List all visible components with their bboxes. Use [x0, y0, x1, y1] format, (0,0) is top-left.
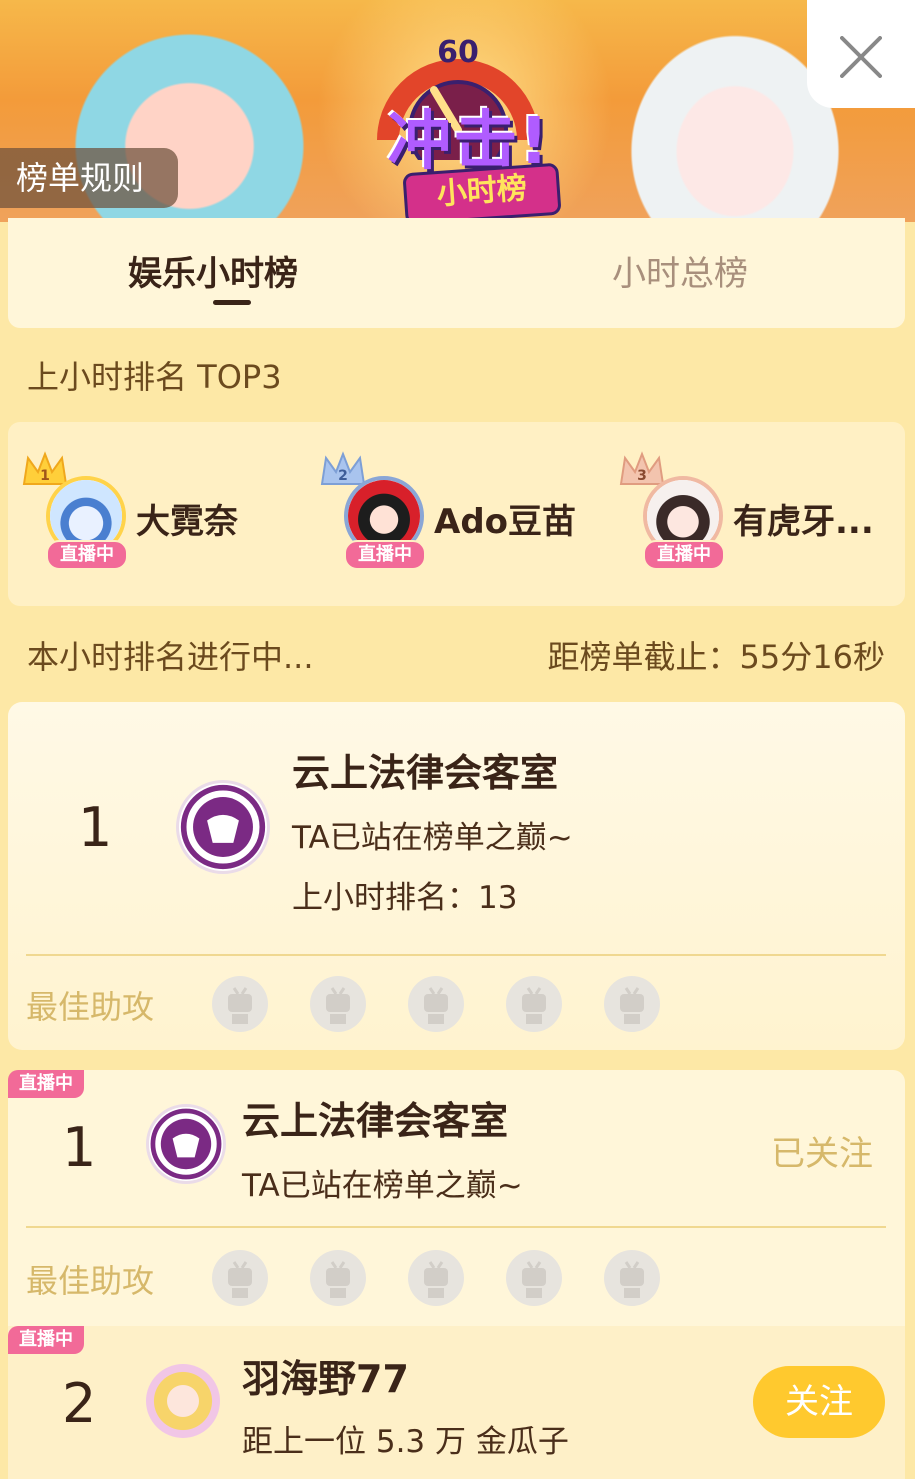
assist-avatar-slot	[506, 976, 562, 1032]
top3-item[interactable]: 3 直播中 有虎牙...	[605, 451, 905, 570]
top3-item[interactable]: 2 直播中 Ado豆苗	[306, 451, 606, 570]
tv-placeholder-icon	[620, 987, 644, 1024]
tab-bar: 娱乐小时榜 小时总榜	[8, 218, 905, 328]
followed-button[interactable]: 已关注	[771, 1126, 873, 1175]
header-banner: 60 冲击! 小时榜 榜单规则	[0, 0, 915, 222]
ranking-list-item[interactable]: 直播中 2 羽海野77 距上一位 5.3 万 金瓜子 关注	[8, 1326, 905, 1479]
rank-number: 1	[62, 1116, 97, 1179]
top3-name: 有虎牙...	[733, 502, 874, 542]
tv-placeholder-icon	[326, 1261, 350, 1298]
tv-placeholder-icon	[424, 1261, 448, 1298]
assist-avatar-slot	[408, 976, 464, 1032]
assist-avatar-slot	[212, 976, 268, 1032]
tv-placeholder-icon	[228, 1261, 252, 1298]
avatar[interactable]	[146, 1104, 226, 1184]
tv-placeholder-icon	[522, 987, 546, 1024]
ranking-progress-text: 本小时排名进行中...	[27, 638, 314, 676]
tv-placeholder-icon	[620, 1261, 644, 1298]
tv-placeholder-icon	[326, 987, 350, 1024]
banner-logo-title: 冲击!	[387, 105, 551, 179]
svg-text:1: 1	[40, 468, 50, 484]
follow-button[interactable]: 关注	[753, 1366, 885, 1438]
rank-description: TA已站在榜单之巅~	[292, 820, 573, 856]
last-hour-rank: 上小时排名：13	[292, 880, 518, 916]
top3-panel: 1 直播中 大霓奈 2 直播中 Ado豆苗 3 直播中 有虎牙...	[8, 422, 905, 606]
live-badge: 直播中	[643, 540, 725, 570]
close-button[interactable]	[807, 0, 915, 108]
assist-avatar-slot	[604, 1250, 660, 1306]
live-badge: 直播中	[344, 540, 426, 570]
avatar[interactable]	[146, 1364, 220, 1438]
svg-text:3: 3	[637, 468, 647, 484]
streamer-name: 羽海野77	[242, 1357, 409, 1401]
tv-placeholder-icon	[228, 987, 252, 1024]
close-icon	[840, 36, 882, 78]
rank-description: TA已站在榜单之巅~	[242, 1168, 523, 1204]
assist-avatar-slot	[408, 1250, 464, 1306]
tab-entertainment-hourly[interactable]: 娱乐小时榜	[128, 246, 298, 295]
streamer-name: 云上法律会客室	[292, 751, 559, 795]
live-badge: 直播中	[46, 540, 128, 570]
divider	[26, 1226, 886, 1228]
ranking-list-item[interactable]: 直播中 1 云上法律会客室 TA已站在榜单之巅~ 已关注 最佳助攻	[8, 1070, 905, 1326]
live-badge: 直播中	[8, 1070, 84, 1098]
top3-name: 大霓奈	[136, 502, 238, 542]
tab-hourly-overall[interactable]: 小时总榜	[612, 246, 748, 295]
countdown-text: 距榜单截止：55分16秒	[547, 638, 885, 676]
rules-button[interactable]: 榜单规则	[0, 148, 178, 208]
last-hour-title: 上小时排名 TOP3	[27, 358, 282, 396]
assist-avatar-slot	[604, 976, 660, 1032]
gap-to-previous: 距上一位 5.3 万 金瓜子	[242, 1424, 569, 1460]
my-rank-card: 1 云上法律会客室 TA已站在榜单之巅~ 上小时排名：13 最佳助攻	[8, 702, 905, 1050]
assist-avatar-slot	[310, 976, 366, 1032]
live-badge: 直播中	[8, 1326, 84, 1354]
top3-name: Ado豆苗	[434, 502, 577, 542]
top3-item[interactable]: 1 直播中 大霓奈	[8, 451, 308, 570]
tv-placeholder-icon	[522, 1261, 546, 1298]
assist-avatar-slot	[212, 1250, 268, 1306]
rank-number: 1	[78, 796, 113, 859]
tab-underline	[213, 300, 251, 305]
avatar[interactable]	[176, 780, 270, 874]
best-assist-label: 最佳助攻	[26, 988, 155, 1026]
gauge-value: 60	[437, 35, 479, 70]
assist-avatar-slot	[506, 1250, 562, 1306]
svg-text:2: 2	[338, 468, 348, 484]
streamer-name: 云上法律会客室	[242, 1099, 509, 1143]
banner-logo-subtitle: 小时榜	[402, 162, 562, 222]
assist-avatar-slot	[310, 1250, 366, 1306]
tv-placeholder-icon	[424, 987, 448, 1024]
divider	[26, 954, 886, 956]
best-assist-label: 最佳助攻	[26, 1262, 155, 1300]
rank-number: 2	[62, 1372, 97, 1435]
